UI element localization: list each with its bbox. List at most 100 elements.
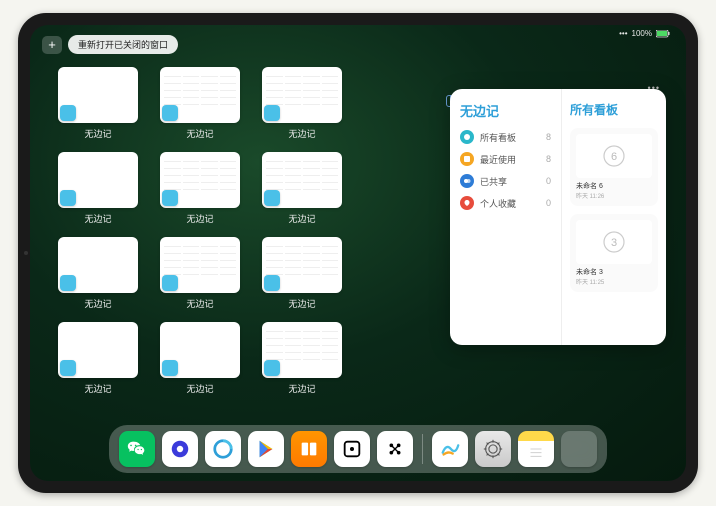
window-label: 无边记 xyxy=(262,127,342,140)
app-window[interactable]: 无边记 xyxy=(58,237,138,310)
top-controls: + 重新打开已关闭的窗口 xyxy=(42,35,178,54)
freeform-app-icon xyxy=(162,275,178,291)
window-thumbnail xyxy=(262,152,342,208)
window-label: 无边记 xyxy=(262,212,342,225)
menu-item-icon xyxy=(460,152,474,166)
app-window[interactable]: 无边记 xyxy=(58,152,138,225)
window-thumbnail xyxy=(262,322,342,378)
dock-separator xyxy=(422,434,423,464)
board-title: 未命名 3 xyxy=(576,267,652,277)
sidebar-item-个人收藏[interactable]: 个人收藏 0 xyxy=(460,196,551,210)
dock-notes-icon[interactable] xyxy=(518,431,554,467)
freeform-app-icon xyxy=(264,190,280,206)
menu-item-count: 0 xyxy=(546,198,551,208)
board-subtitle: 昨天 11:26 xyxy=(576,191,652,200)
dock-custom-app-icon[interactable] xyxy=(377,431,413,467)
window-label: 无边记 xyxy=(160,382,240,395)
sidebar-item-已共享[interactable]: 已共享 0 xyxy=(460,174,551,188)
window-thumbnail xyxy=(160,322,240,378)
window-thumbnail xyxy=(58,67,138,123)
board-card[interactable]: 6 未命名 6昨天 11:26 xyxy=(570,128,658,206)
dock-play-store-icon[interactable] xyxy=(248,431,284,467)
window-thumbnail xyxy=(160,152,240,208)
window-thumbnail xyxy=(58,237,138,293)
freeform-app-icon xyxy=(60,105,76,121)
app-switcher-grid: 无边记无边记无边记无边记无边记无边记无边记无边记无边记无边记无边记无边记 xyxy=(58,67,428,395)
app-window[interactable]: 无边记 xyxy=(160,322,240,395)
board-subtitle: 昨天 11:25 xyxy=(576,277,652,286)
app-window[interactable]: 无边记 xyxy=(262,322,342,395)
menu-item-label: 所有看板 xyxy=(480,131,516,144)
battery-text: 100% xyxy=(632,29,652,38)
freeform-app-icon xyxy=(60,190,76,206)
panel-content-title: 所有看板 xyxy=(570,101,658,118)
ipad-frame: ••• 100% + 重新打开已关闭的窗口 无边记无边记无边记无边记无边记无边记… xyxy=(18,13,698,493)
battery-icon xyxy=(656,30,670,38)
board-card[interactable]: 3 未命名 3昨天 11:25 xyxy=(570,214,658,292)
freeform-app-icon xyxy=(264,105,280,121)
window-label: 无边记 xyxy=(58,382,138,395)
window-thumbnail xyxy=(58,152,138,208)
menu-item-icon xyxy=(460,130,474,144)
app-window[interactable]: 无边记 xyxy=(262,237,342,310)
dock-app-library-icon[interactable] xyxy=(561,431,597,467)
panel-sidebar-title: 无边记 xyxy=(460,101,551,120)
window-label: 无边记 xyxy=(160,212,240,225)
window-label: 无边记 xyxy=(262,382,342,395)
app-window[interactable]: 无边记 xyxy=(58,322,138,395)
menu-item-label: 已共享 xyxy=(480,175,507,188)
board-preview: 3 xyxy=(576,220,652,264)
freeform-app-icon xyxy=(162,105,178,121)
dock-wechat-icon[interactable] xyxy=(119,431,155,467)
board-title: 未命名 6 xyxy=(576,181,652,191)
reopen-closed-window-button[interactable]: 重新打开已关闭的窗口 xyxy=(68,35,178,54)
window-label: 无边记 xyxy=(160,127,240,140)
menu-item-label: 个人收藏 xyxy=(480,197,516,210)
window-label: 无边记 xyxy=(160,297,240,310)
sidebar-item-所有看板[interactable]: 所有看板 8 xyxy=(460,130,551,144)
dock-qq-browser-icon[interactable] xyxy=(205,431,241,467)
dock-dice-icon[interactable] xyxy=(334,431,370,467)
sidebar-item-最近使用[interactable]: 最近使用 8 xyxy=(460,152,551,166)
app-window[interactable]: 无边记 xyxy=(160,152,240,225)
dock xyxy=(109,425,607,473)
panel-content: 所有看板 6 未命名 6昨天 11:26 3 未命名 3昨天 11:25 xyxy=(562,89,666,345)
dock-books-icon[interactable] xyxy=(291,431,327,467)
panel-sidebar: 无边记 所有看板 8 最近使用 8 已共享 0 个人收藏 0 xyxy=(450,89,562,345)
freeform-panel: 无边记 所有看板8最近使用8已共享0个人收藏0 所有看板 6未命名 6昨天 11… xyxy=(450,89,666,345)
freeform-app-icon xyxy=(162,190,178,206)
menu-item-label: 最近使用 xyxy=(480,153,516,166)
dock-freeform-icon[interactable] xyxy=(432,431,468,467)
app-window[interactable]: 无边记 xyxy=(262,67,342,140)
app-window[interactable]: 无边记 xyxy=(160,67,240,140)
status-bar: ••• 100% xyxy=(619,29,670,38)
window-thumbnail xyxy=(58,322,138,378)
window-label: 无边记 xyxy=(58,212,138,225)
board-preview: 6 xyxy=(576,134,652,178)
camera-dot xyxy=(24,251,28,255)
window-label: 无边记 xyxy=(58,127,138,140)
freeform-app-icon xyxy=(60,275,76,291)
menu-item-count: 0 xyxy=(546,176,551,186)
window-thumbnail xyxy=(262,67,342,123)
dock-quark-icon[interactable] xyxy=(162,431,198,467)
dock-settings-icon[interactable] xyxy=(475,431,511,467)
new-window-button[interactable]: + xyxy=(42,36,62,54)
window-thumbnail xyxy=(262,237,342,293)
signal-icon: ••• xyxy=(619,29,627,38)
app-window[interactable]: 无边记 xyxy=(160,237,240,310)
svg-text:6: 6 xyxy=(611,151,617,163)
svg-text:3: 3 xyxy=(611,237,617,249)
window-label: 无边记 xyxy=(262,297,342,310)
menu-item-icon xyxy=(460,196,474,210)
window-thumbnail xyxy=(160,67,240,123)
window-thumbnail xyxy=(160,237,240,293)
app-window[interactable]: 无边记 xyxy=(58,67,138,140)
menu-item-count: 8 xyxy=(546,154,551,164)
app-window[interactable]: 无边记 xyxy=(262,152,342,225)
menu-item-icon xyxy=(460,174,474,188)
freeform-app-icon xyxy=(264,275,280,291)
screen: ••• 100% + 重新打开已关闭的窗口 无边记无边记无边记无边记无边记无边记… xyxy=(30,25,686,481)
window-label: 无边记 xyxy=(58,297,138,310)
menu-item-count: 8 xyxy=(546,132,551,142)
